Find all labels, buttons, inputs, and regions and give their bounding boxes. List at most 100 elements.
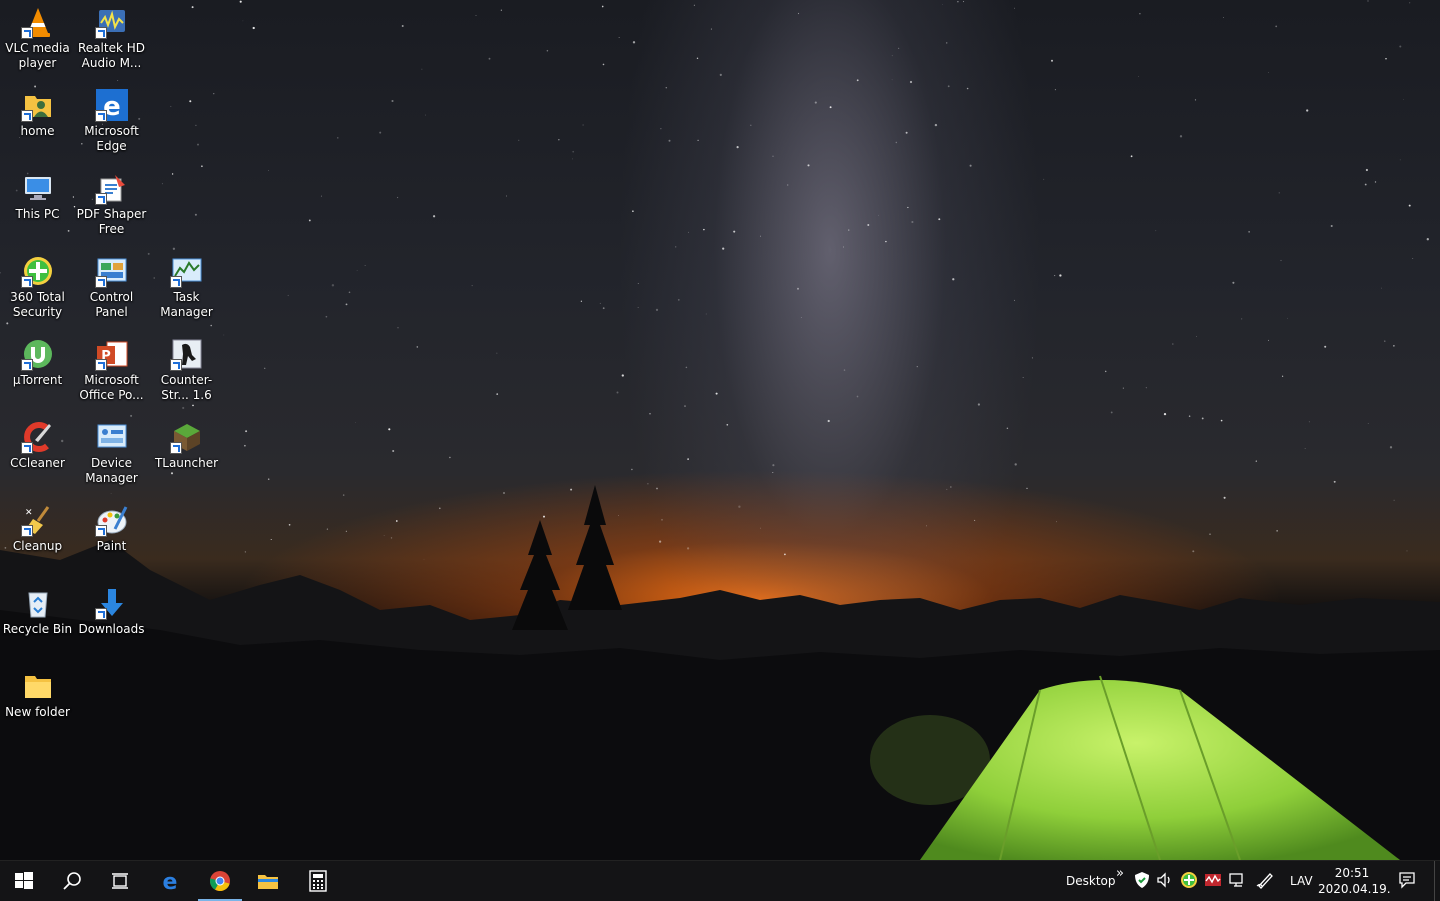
desktop-icon-360-total-security[interactable]: 360 Total Security [0, 249, 75, 329]
system-clock[interactable]: 20:51 2020.04.19. [1318, 865, 1391, 897]
powerpoint-icon: P [94, 337, 129, 371]
computer-icon [21, 171, 55, 205]
realtek-audio-icon [94, 5, 129, 39]
download-arrow-icon [94, 586, 129, 620]
control-panel-icon [94, 254, 129, 288]
taskbar-chrome[interactable] [196, 861, 244, 901]
desktop-icon-label: Device Manager [85, 456, 138, 485]
start-button[interactable] [0, 861, 48, 901]
shortcut-arrow-icon [20, 359, 33, 371]
svg-text:e: e [163, 870, 178, 892]
security-360-icon [20, 254, 55, 288]
chrome-icon [209, 871, 230, 892]
shortcut-arrow-icon [94, 608, 107, 620]
desktop-icon-realtek-audio[interactable]: Realtek HD Audio M... [74, 0, 149, 80]
tlauncher-icon [169, 420, 204, 454]
counter-strike-icon [169, 337, 204, 371]
taskbar-calculator[interactable] [294, 861, 342, 901]
desktop-icon-cleanup[interactable]: ✕ Cleanup [0, 498, 75, 578]
desktop-icon-label: Counter-Str... 1.6 [160, 373, 213, 402]
desktop-icon-label: home [20, 124, 55, 138]
file-explorer-icon [258, 875, 278, 889]
desktop-icon-new-folder[interactable]: New folder [0, 664, 75, 744]
shortcut-arrow-icon [20, 442, 33, 454]
shortcut-arrow-icon [94, 193, 107, 205]
desktop-icon-label: Realtek HD Audio M... [78, 41, 145, 70]
desktop-icon-grid: VLC media player home This PC 360 Total … [0, 0, 240, 860]
shortcut-arrow-icon [94, 525, 107, 537]
action-center-icon[interactable] [1398, 871, 1418, 891]
desktop-icon-this-pc[interactable]: This PC [0, 166, 75, 246]
desktop-icon-label: New folder [5, 705, 70, 719]
shortcut-arrow-icon [169, 359, 182, 371]
network-icon[interactable] [1228, 871, 1248, 891]
desktop-icon-task-manager[interactable]: Task Manager [149, 249, 224, 329]
desktop-icon-utorrent[interactable]: µTorrent [0, 332, 75, 412]
desktop-icon-paint[interactable]: Paint [74, 498, 149, 578]
desktop-icon-downloads[interactable]: Downloads [74, 581, 149, 661]
user-folder-icon [20, 88, 55, 122]
utorrent-icon [20, 337, 55, 371]
clock-time: 20:51 [1334, 866, 1370, 880]
desktop-icon-recycle-bin[interactable]: Recycle Bin [0, 581, 75, 661]
task-view-icon [112, 873, 128, 889]
shortcut-arrow-icon [20, 110, 33, 122]
desktop-icon-powerpoint[interactable]: P Microsoft Office Po... [74, 332, 149, 412]
pen-ink-icon[interactable] [1256, 871, 1276, 891]
desktop-icon-label: Recycle Bin [2, 622, 73, 636]
start-icon [15, 872, 33, 889]
pdf-shaper-icon [94, 171, 129, 205]
desktop-icon-label: 360 Total Security [10, 290, 65, 319]
desktop-icon-label: µTorrent [12, 373, 63, 387]
desktop-icon-vlc[interactable]: VLC media player [0, 0, 75, 80]
shortcut-arrow-icon [94, 359, 107, 371]
shortcut-arrow-icon [94, 110, 107, 122]
task-view-button[interactable] [96, 861, 144, 901]
search-icon [63, 872, 81, 890]
audio-manager-tray-icon[interactable] [1204, 871, 1224, 891]
taskbar-edge[interactable]: e [146, 861, 194, 901]
desktop-icon-label: Task Manager [160, 290, 213, 319]
clock-date: 2020.04.19. [1318, 882, 1391, 896]
search-button[interactable] [48, 861, 96, 901]
shortcut-arrow-icon [169, 442, 182, 454]
ccleaner-icon [20, 420, 55, 454]
desktop-icon-label: This PC [15, 207, 60, 221]
desktop-icon-pdf-shaper[interactable]: PDF Shaper Free [74, 166, 149, 246]
desktop-icon-ccleaner[interactable]: CCleaner [0, 415, 75, 495]
toolbar-overflow-chevron[interactable]: » [1116, 853, 1124, 893]
security-360-tray-icon[interactable] [1180, 871, 1200, 891]
desktop-icon-control-panel[interactable]: Control Panel [74, 249, 149, 329]
desktop-icon-counter-strike[interactable]: Counter-Str... 1.6 [149, 332, 224, 412]
show-desktop-button[interactable] [1434, 861, 1440, 901]
input-language-indicator[interactable]: LAV [1290, 861, 1313, 901]
desktop-icon-label: CCleaner [10, 456, 65, 470]
edge-icon: e [94, 88, 129, 122]
desktop-icon-device-manager[interactable]: Device Manager [74, 415, 149, 495]
desktop-icon-home[interactable]: home [0, 83, 75, 163]
shortcut-arrow-icon [94, 276, 107, 288]
taskbar-file-explorer[interactable] [244, 861, 292, 901]
desktop-icon-label: VLC media player [5, 41, 70, 70]
desktop-icon-label: TLauncher [154, 456, 219, 470]
desktop-icon-tlauncher[interactable]: TLauncher [149, 415, 224, 495]
desktop-toolbar[interactable]: Desktop [1066, 861, 1116, 901]
desktop-icon-label: Paint [96, 539, 127, 553]
shortcut-arrow-icon [20, 27, 33, 39]
paint-icon [94, 503, 129, 537]
volume-icon[interactable] [1156, 871, 1176, 891]
edge-icon: e [163, 870, 178, 892]
desktop-icon-label: Cleanup [12, 539, 63, 553]
vlc-icon [20, 5, 55, 39]
task-manager-icon [169, 254, 204, 288]
shortcut-arrow-icon [20, 276, 33, 288]
folder-icon [21, 669, 55, 703]
desktop-icon-label: Microsoft Office Po... [79, 373, 144, 402]
desktop-icon-label: PDF Shaper Free [76, 207, 147, 236]
desktop-icon-label: Downloads [78, 622, 145, 636]
shortcut-arrow-icon [20, 525, 33, 537]
taskbar: e Desktop » LAV 20:51 2020.04.19. [0, 860, 1440, 901]
defender-shield-icon[interactable] [1133, 871, 1153, 891]
svg-text:✕: ✕ [25, 508, 33, 518]
desktop-icon-microsoft-edge[interactable]: e Microsoft Edge [74, 83, 149, 163]
